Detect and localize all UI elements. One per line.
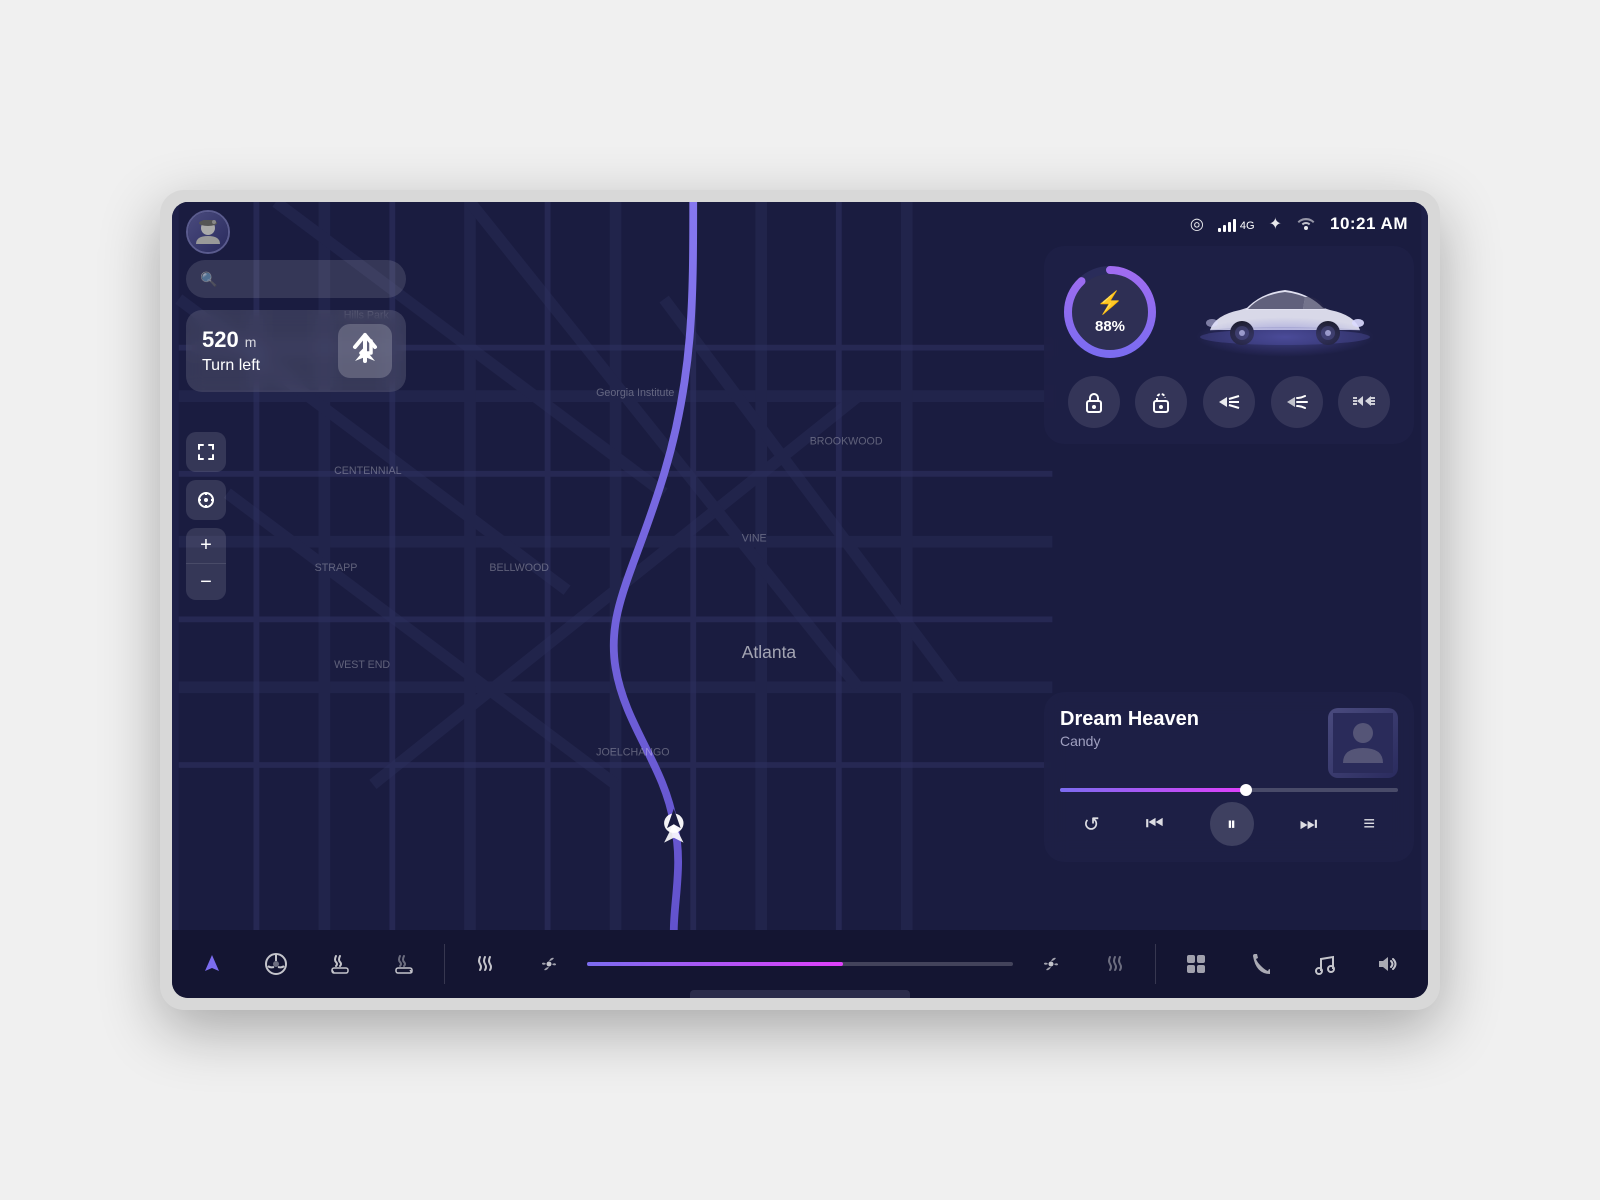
expand-button[interactable] <box>186 432 226 472</box>
signal-icon: 4G <box>1218 216 1255 232</box>
music-thumbnail <box>1328 708 1398 778</box>
svg-text:CENTENNIAL: CENTENNIAL <box>334 465 402 477</box>
svg-text:JOELCHANGO: JOELCHANGO <box>596 746 669 758</box>
queue-button[interactable]: ≡ <box>1363 813 1375 836</box>
screen: Atlanta Hills Park CENTENNIAL STRAPP WES… <box>172 202 1428 998</box>
map-controls: + − <box>186 432 226 600</box>
battery-percent: 88% <box>1095 318 1125 335</box>
divider-1 <box>444 944 445 984</box>
heat-left-button[interactable] <box>455 938 515 990</box>
prev-button[interactable]: ⏮ <box>1146 813 1164 836</box>
camera-icon: ◎ <box>1190 214 1204 234</box>
steering-button[interactable] <box>246 938 306 990</box>
zoom-out-button[interactable]: − <box>186 564 226 600</box>
headlights-button[interactable] <box>1203 376 1255 428</box>
progress-dot <box>1240 784 1252 796</box>
volume-button[interactable] <box>1358 938 1418 990</box>
nav-arrow <box>338 324 392 378</box>
climate-fill <box>587 962 843 966</box>
location-button[interactable] <box>186 480 226 520</box>
zoom-in-button[interactable]: + <box>186 528 226 564</box>
car-panel-top: ⚡ 88% <box>1060 262 1398 362</box>
car-image <box>1172 267 1398 357</box>
nav-direction: Turn left <box>202 357 338 375</box>
repeat-button[interactable]: ↺ <box>1083 812 1100 837</box>
music-button[interactable] <box>1294 938 1354 990</box>
next-button[interactable]: ⏭ <box>1299 813 1317 836</box>
nav-info: 520 m Turn left <box>202 327 338 375</box>
avatar-image <box>188 212 228 252</box>
phone-button[interactable] <box>1230 938 1290 990</box>
svg-text:Atlanta: Atlanta <box>742 642 797 662</box>
bluetooth-icon: ✦ <box>1269 214 1282 234</box>
car-panel: ⚡ 88% <box>1044 246 1414 444</box>
unlock-button[interactable] <box>1135 376 1187 428</box>
car-controls <box>1060 376 1398 428</box>
right-nav <box>1166 938 1418 990</box>
map-area: Atlanta Hills Park CENTENNIAL STRAPP WES… <box>172 202 1428 930</box>
time-display: 10:21 AM <box>1330 214 1408 234</box>
bottom-bar <box>172 930 1428 998</box>
zoom-controls: + − <box>186 528 226 600</box>
fan-right-button[interactable] <box>1021 938 1081 990</box>
apps-button[interactable] <box>1166 938 1226 990</box>
hazards-button[interactable] <box>1338 376 1390 428</box>
device-frame: Atlanta Hills Park CENTENNIAL STRAPP WES… <box>160 190 1440 1010</box>
signal-label: 4G <box>1240 220 1255 232</box>
mic-bar <box>690 990 910 998</box>
music-panel: Dream Heaven Candy <box>1044 692 1414 862</box>
heat-right-button[interactable] <box>1085 938 1145 990</box>
play-pause-button[interactable]: ⏸ <box>1210 802 1254 846</box>
music-info: Dream Heaven Candy <box>1060 708 1316 749</box>
nav-button[interactable] <box>182 938 242 990</box>
foglights-button[interactable] <box>1271 376 1323 428</box>
navigation-card: 520 m Turn left <box>186 310 406 392</box>
status-bar: ◎ 4G ✦ 10:21 AM <box>172 202 1428 246</box>
user-avatar[interactable] <box>186 210 230 254</box>
battery-indicator: ⚡ 88% <box>1060 262 1160 362</box>
music-top: Dream Heaven Candy <box>1060 708 1398 778</box>
svg-text:BROOKWOOD: BROOKWOOD <box>810 436 883 448</box>
divider-2 <box>1155 944 1156 984</box>
seat-heat-right-button[interactable] <box>374 938 434 990</box>
music-controls: ↺ ⏮ ⏸ ⏭ ≡ <box>1060 802 1398 846</box>
progress-bar[interactable] <box>1060 788 1398 792</box>
climate-slider[interactable] <box>583 962 1017 966</box>
svg-text:BELLWOOD: BELLWOOD <box>489 562 549 574</box>
progress-fill <box>1060 788 1246 792</box>
music-artist: Candy <box>1060 733 1316 749</box>
climate-track[interactable] <box>587 962 1013 966</box>
svg-text:STRAPP: STRAPP <box>315 562 358 574</box>
svg-text:VINE: VINE <box>742 533 767 545</box>
lock-button[interactable] <box>1068 376 1120 428</box>
music-title: Dream Heaven <box>1060 708 1316 731</box>
wifi-icon <box>1296 214 1316 235</box>
search-bar[interactable]: 🔍 <box>186 260 406 298</box>
seat-heat-left-button[interactable] <box>310 938 370 990</box>
svg-text:WEST END: WEST END <box>334 659 390 671</box>
svg-text:Georgia Institute: Georgia Institute <box>596 387 674 399</box>
bolt-icon: ⚡ <box>1096 290 1123 316</box>
nav-distance: 520 m <box>202 327 338 353</box>
search-icon: 🔍 <box>200 271 217 288</box>
fan-left-button[interactable] <box>519 938 579 990</box>
battery-inner: ⚡ 88% <box>1060 262 1160 362</box>
